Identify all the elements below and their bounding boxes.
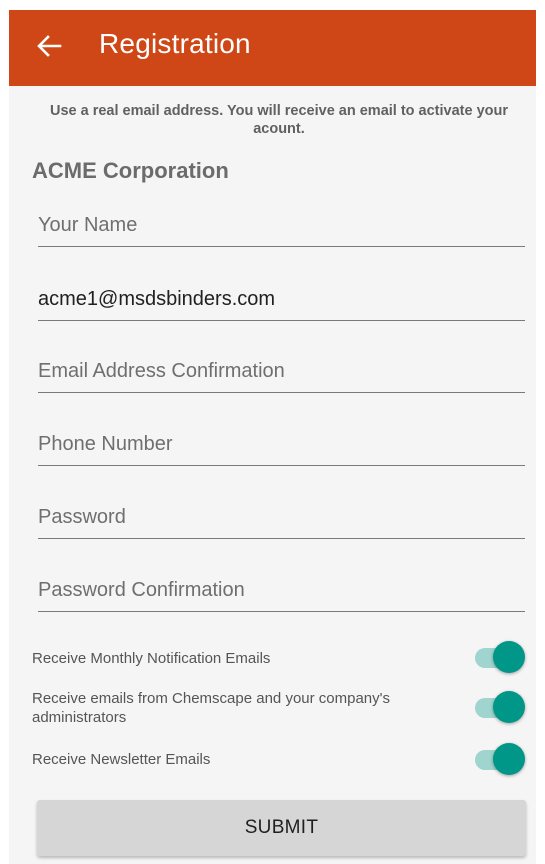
password-confirmation-field — [38, 571, 525, 612]
password-field — [38, 498, 525, 539]
password-confirmation-input[interactable] — [38, 571, 525, 609]
toggle-row-monthly: Receive Monthly Notification Emails — [32, 640, 527, 676]
name-input[interactable] — [38, 206, 525, 244]
email-field — [38, 280, 525, 321]
registration-screen: Registration Use a real email address. Y… — [9, 10, 536, 864]
newsletter-switch[interactable] — [475, 742, 527, 778]
phone-input[interactable] — [38, 425, 525, 463]
company-name: ACME Corporation — [32, 158, 229, 183]
email-confirmation-field — [38, 352, 525, 393]
toggle-label-admin: Receive emails from Chemscape and your c… — [32, 690, 391, 726]
toggle-label-monthly: Receive Monthly Notification Emails — [32, 650, 271, 667]
toggle-row-newsletter: Receive Newsletter Emails — [32, 741, 527, 777]
toggle-label-newsletter: Receive Newsletter Emails — [32, 751, 211, 768]
toggle-row-admin: Receive emails from Chemscape and your c… — [32, 686, 527, 730]
email-input[interactable] — [38, 280, 525, 318]
admin-emails-switch[interactable] — [475, 690, 527, 726]
monthly-emails-switch[interactable] — [475, 640, 527, 676]
phone-field — [38, 425, 525, 466]
switch-thumb — [493, 641, 525, 673]
page-title: Registration — [99, 28, 251, 59]
submit-button[interactable]: SUBMIT — [37, 800, 526, 856]
name-field — [38, 206, 525, 247]
switch-thumb — [493, 743, 525, 775]
activation-notice: Use a real email address. You will recei… — [49, 103, 509, 137]
app-bar: Registration — [9, 10, 536, 86]
password-input[interactable] — [38, 498, 525, 536]
email-confirmation-input[interactable] — [38, 352, 525, 390]
back-button[interactable] — [29, 24, 69, 68]
switch-thumb — [493, 691, 525, 723]
arrow-left-icon — [36, 34, 62, 58]
